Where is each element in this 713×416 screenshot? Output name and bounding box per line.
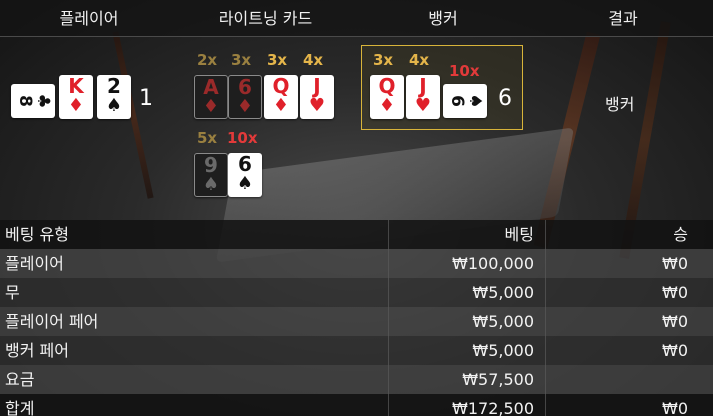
banker-column-header: 뱅커 xyxy=(428,9,458,28)
total-label: 합계 xyxy=(5,399,35,416)
table-row: 무 ₩5,000 ₩0 xyxy=(0,278,713,307)
bet-type-cell: 요금 xyxy=(5,370,35,389)
card-rank: J xyxy=(419,74,427,98)
bet-amount-cell: ₩5,000 xyxy=(472,312,534,331)
lightning-card: 9 ♠ xyxy=(194,153,228,197)
card-suit: ♦ xyxy=(202,96,220,117)
column-divider xyxy=(545,336,546,365)
player-card: K ♦ xyxy=(59,75,93,119)
bet-amount-cell: ₩100,000 xyxy=(452,254,534,273)
lightning-card: J ♥ xyxy=(300,75,334,119)
lightning-multiplier: 4x xyxy=(303,51,324,69)
banker-card: J ♥ xyxy=(406,75,440,119)
bet-amount-cell: ₩57,500 xyxy=(462,370,534,389)
column-divider xyxy=(545,249,546,278)
banker-card: Q ♦ xyxy=(370,75,404,119)
lightning-card: 6 ♦ xyxy=(228,75,262,119)
column-divider xyxy=(545,394,546,416)
card-suit: ♠ xyxy=(236,173,254,194)
lightning-cards-column-header: 라이트닝 카드 xyxy=(218,9,313,28)
win-amount-cell xyxy=(557,365,688,394)
card-suit: ♥ xyxy=(414,95,432,116)
lightning-multiplier: 3x xyxy=(231,51,252,69)
bet-type-cell: 무 xyxy=(5,283,20,302)
card-suit: ♣ xyxy=(33,93,53,109)
player-card: 2 ♠ xyxy=(97,75,131,119)
lightning-card: A ♦ xyxy=(194,75,228,119)
card-rank: J xyxy=(313,74,321,98)
banker-card-multiplier: 10x xyxy=(449,62,480,80)
banker-card-multiplier: 3x xyxy=(373,51,394,69)
win-amount-cell: ₩0 xyxy=(662,341,688,360)
banker-score: 6 xyxy=(498,86,512,111)
card-rank: K xyxy=(68,74,84,98)
bet-type-cell: 플레이어 xyxy=(5,254,64,273)
card-rank: 6 xyxy=(238,152,252,176)
card-rank: 9 xyxy=(204,153,218,177)
bet-amount-cell: ₩5,000 xyxy=(472,283,534,302)
card-suit: ♥ xyxy=(308,95,326,116)
card-rank: Q xyxy=(272,74,290,98)
total-bet-amount: ₩172,500 xyxy=(452,399,534,416)
player-column-header: 플레이어 xyxy=(59,9,119,28)
bet-type-cell: 플레이어 페어 xyxy=(5,312,99,331)
lightning-multiplier: 2x xyxy=(197,51,218,69)
result-column-header: 결과 xyxy=(608,9,638,28)
card-suit: ♦ xyxy=(378,95,396,116)
total-win-amount: ₩0 xyxy=(662,399,688,416)
lightning-multiplier: 3x xyxy=(267,51,288,69)
lightning-card: Q ♦ xyxy=(264,75,298,119)
card-rank: 2 xyxy=(107,74,121,98)
lightning-card: 6 ♠ xyxy=(228,153,262,197)
column-divider xyxy=(545,220,546,249)
column-divider xyxy=(545,278,546,307)
table-row: 플레이어 페어 ₩5,000 ₩0 xyxy=(0,307,713,336)
card-rank: 6 xyxy=(238,75,252,99)
banker-card-multiplier: 4x xyxy=(409,51,430,69)
table-header-row: 베팅 유형 베팅 승 xyxy=(0,220,713,249)
background-light-stripe xyxy=(533,31,601,249)
win-amount-cell: ₩0 xyxy=(662,254,688,273)
card-rank: Q xyxy=(378,74,396,98)
card-suit: ♠ xyxy=(202,174,220,195)
round-result: 뱅커 xyxy=(605,95,635,114)
bet-amount-header: 베팅 xyxy=(504,225,534,244)
lightning-multiplier: 10x xyxy=(227,129,258,147)
win-amount-cell: ₩0 xyxy=(662,312,688,331)
card-suit: ♦ xyxy=(236,96,254,117)
card-suit: ♠ xyxy=(105,95,123,116)
banker-card: 6 ♠ xyxy=(443,84,487,118)
column-divider xyxy=(545,307,546,336)
bet-type-cell: 뱅커 페어 xyxy=(5,341,69,360)
player-card: 8 ♣ xyxy=(11,84,55,118)
column-divider xyxy=(545,365,546,394)
table-row: 플레이어 ₩100,000 ₩0 xyxy=(0,249,713,278)
table-row: 요금 ₩57,500 xyxy=(0,365,713,394)
table-row: 뱅커 페어 ₩5,000 ₩0 xyxy=(0,336,713,365)
card-rank: A xyxy=(203,75,219,99)
card-suit: ♠ xyxy=(465,93,485,109)
card-suit: ♦ xyxy=(67,95,85,116)
card-suit: ♦ xyxy=(272,95,290,116)
player-score: 1 xyxy=(139,86,153,111)
bet-type-header: 베팅 유형 xyxy=(5,225,69,244)
round-header: 플레이어 라이트닝 카드 뱅커 결과 xyxy=(0,0,713,37)
table-total-row: 합계 ₩172,500 ₩0 xyxy=(0,394,713,416)
win-amount-cell: ₩0 xyxy=(662,283,688,302)
bet-amount-cell: ₩5,000 xyxy=(472,341,534,360)
win-amount-header: 승 xyxy=(673,225,688,244)
lightning-multiplier: 5x xyxy=(197,129,218,147)
